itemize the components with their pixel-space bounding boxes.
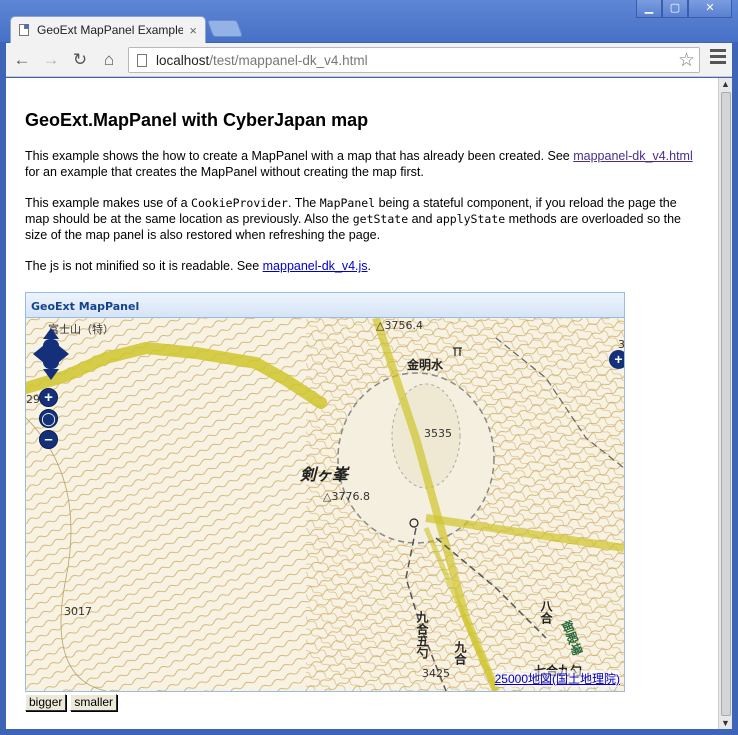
page-title: GeoExt.MapPanel with CyberJapan map [25, 110, 369, 130]
map-label-alt4: 3017 [64, 605, 92, 618]
page-content: GeoExt.MapPanel with CyberJapan map This… [25, 78, 695, 289]
zoom-out-button[interactable]: – [39, 430, 58, 449]
window-titlebar: GeoExt MapPanel Example × ▁ ▢ ✕ [0, 0, 738, 43]
address-bar[interactable]: localhost/test/mappanel-dk_v4.html ☆ [128, 47, 700, 73]
zoom-in-button[interactable]: + [39, 388, 58, 407]
map-attribution-link[interactable]: 25000地図(国土地理院) [494, 670, 620, 687]
scrollbar-thumb[interactable] [721, 92, 731, 716]
url-host: localhost [156, 52, 210, 68]
minimize-button[interactable]: ▁ [636, 0, 662, 18]
vertical-scrollbar[interactable]: ▲ ▼ [718, 78, 732, 729]
map-label-kinmeisui: 金明水 [407, 358, 444, 372]
tab-close-icon[interactable]: × [189, 23, 197, 38]
zoom-world-icon[interactable]: ◯ [39, 409, 58, 428]
pan-up-icon [43, 328, 59, 339]
forward-button[interactable]: → [38, 47, 64, 73]
back-arrow-icon: ← [13, 49, 31, 69]
map-panel: GeoExt MapPanel 富士山（特） △3756.4 金明水 3535 … [25, 292, 625, 692]
layer-switcher-expand-icon[interactable]: + [609, 350, 624, 369]
cookie-paragraph: This example makes use of a CookieProvid… [25, 195, 695, 243]
js-paragraph: The js is not minified so it is readable… [25, 258, 695, 274]
map-label-alt5: 3425 [422, 667, 450, 680]
resize-buttons: bigger smaller [25, 694, 121, 711]
document-icon [137, 53, 147, 67]
smaller-button[interactable]: smaller [70, 694, 118, 711]
reload-button[interactable]: ↻ [67, 47, 93, 73]
pan-down-icon [43, 369, 59, 380]
map-panel-header: GeoExt MapPanel [26, 293, 624, 318]
map-label-kyugou5: 九合五勺 [415, 611, 429, 659]
mappanel-dk-js-link[interactable]: mappanel-dk_v4.js [263, 259, 368, 273]
window-controls: ▁ ▢ ✕ [636, 0, 732, 18]
browser-tab[interactable]: GeoExt MapPanel Example × [10, 16, 206, 43]
topographic-map [26, 318, 624, 691]
zoom-control: + ◯ – [39, 388, 59, 451]
cookie-text-b: . The [287, 196, 320, 210]
map-viewport[interactable]: 富士山（特） △3756.4 金明水 3535 剣ヶ峯 △3776.8 3017… [26, 318, 624, 691]
code-cookieprovider: CookieProvider [191, 196, 288, 210]
intro-text: This example shows the how to create a M… [25, 149, 574, 163]
bookmark-star-icon[interactable]: ☆ [678, 49, 695, 72]
home-button[interactable]: ⌂ [96, 47, 122, 73]
page-viewport: GeoExt.MapPanel with CyberJapan map This… [6, 78, 718, 729]
map-label-alt2: 3535 [424, 427, 452, 440]
scroll-down-icon[interactable]: ▼ [721, 718, 730, 728]
map-label-hachigou: 八合 [539, 600, 553, 624]
bigger-button[interactable]: bigger [25, 694, 67, 711]
map-label-alt3: △3776.8 [323, 490, 370, 503]
reload-icon: ↻ [72, 49, 88, 69]
map-label-alt1: △3756.4 [376, 319, 423, 332]
page-icon [19, 24, 29, 36]
home-icon: ⌂ [103, 49, 115, 69]
intro-paragraph: This example shows the how to create a M… [25, 148, 695, 180]
tab-title: GeoExt MapPanel Example [37, 23, 184, 37]
intro-tail: for an example that creates the MapPanel… [25, 165, 424, 179]
new-tab-button[interactable] [206, 20, 244, 37]
mappanel-dk-html-link[interactable]: mappanel-dk_v4.html [573, 149, 693, 163]
maximize-button[interactable]: ▢ [662, 0, 688, 18]
map-label-kengamine: 剣ヶ峯 [300, 465, 349, 484]
pan-control[interactable] [33, 328, 69, 380]
js-tail: . [367, 259, 372, 273]
url-path: /test/mappanel-dk_v4.html [209, 52, 368, 68]
cookie-text-a: This example makes use of a [25, 196, 192, 210]
menu-icon[interactable] [710, 49, 726, 67]
forward-arrow-icon: → [42, 49, 60, 69]
close-window-button[interactable]: ✕ [688, 0, 732, 18]
back-button[interactable]: ← [9, 47, 35, 73]
scroll-up-icon[interactable]: ▲ [721, 79, 730, 89]
code-mappanel: MapPanel [319, 196, 376, 210]
map-label-kyugou: 九合 [453, 641, 467, 665]
browser-toolbar: ← → ↻ ⌂ localhost/test/mappanel-dk_v4.ht… [6, 43, 732, 77]
cookie-text-d: and [408, 212, 436, 226]
window-bottom-border [0, 729, 738, 735]
map-label-edge-num: 29 [26, 393, 40, 406]
code-applystate: applyState [435, 212, 506, 226]
code-getstate: getState [352, 212, 409, 226]
js-text: The js is not minified so it is readable… [25, 259, 263, 273]
